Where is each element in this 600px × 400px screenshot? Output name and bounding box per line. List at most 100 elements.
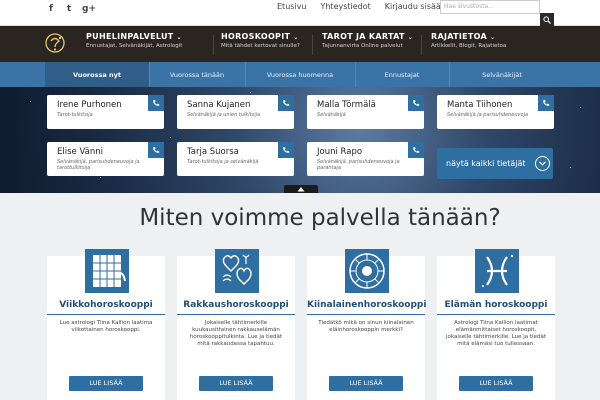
tab-selvanakijat[interactable]: Selvänäkijät — [449, 62, 555, 87]
service-card-rakkaushoroskooppi: Rakkaushoroskooppi Jokaiselle tähtimerki… — [177, 249, 295, 400]
search-button[interactable] — [540, 13, 554, 27]
chinese-zodiac-wheel-icon[interactable] — [345, 249, 389, 293]
read-more-button[interactable]: LUE LISÄÄ — [329, 376, 403, 391]
nav-divider — [312, 35, 313, 55]
facebook-icon[interactable]: f — [46, 4, 56, 14]
phone-icon — [413, 100, 420, 106]
tab-vuorossa-nyt[interactable]: Vuorossa nyt — [45, 62, 149, 87]
title-underline — [307, 314, 425, 315]
service-description: Tiedätkö mikä on sinun kiinalainen eläin… — [318, 320, 414, 333]
call-button[interactable] — [148, 95, 164, 111]
tab-ennustajat[interactable]: Ennustajat — [355, 62, 449, 87]
show-all-label: näytä kaikki tietäjät — [446, 159, 526, 168]
logo-icon[interactable] — [44, 32, 66, 54]
advisor-card[interactable]: Irene Purhonen Tarot-tulkitsija — [47, 95, 164, 129]
call-button[interactable] — [538, 95, 554, 111]
twitter-icon[interactable]: t — [64, 4, 74, 14]
phone-icon — [153, 100, 160, 106]
call-button[interactable] — [408, 95, 424, 111]
nav-tarot-ja-kartat[interactable]: TAROT JA KARTAT ⌄ Tajunnanvirta Online pa… — [322, 32, 413, 49]
read-more-button[interactable]: LUE LISÄÄ — [69, 376, 143, 391]
nav-rajatietoa[interactable]: RAJATIETOA ⌄ Artikkelit, Blogit, Rajatiet… — [431, 32, 506, 49]
call-button[interactable] — [278, 95, 294, 111]
link-login[interactable]: Kirjaudu sisään — [385, 2, 446, 12]
advisor-card[interactable]: Sanna Kujanen Selvänäkijä ja unien tulki… — [177, 95, 294, 129]
service-description: Lue astrologi Tiina Kallion laatima viik… — [59, 320, 153, 333]
nav-title: RAJATIETOA — [431, 32, 488, 41]
phone-icon — [283, 100, 290, 106]
service-card-viikkohoroskooppi: Viikkohoroskooppi Lue astrologi Tiina Ka… — [47, 249, 165, 400]
googleplus-icon[interactable]: g+ — [82, 4, 96, 14]
nav-title: HOROSKOOPIT — [221, 32, 291, 41]
nav-subtitle: Ennustajat, Selvänäkijät, Astrologit — [86, 43, 183, 49]
pisces-icon[interactable] — [475, 249, 519, 293]
title-underline — [437, 314, 555, 315]
advisor-name: Malla Törmälä — [317, 100, 376, 110]
advisor-card[interactable]: Manta Tiihonen Selvänäkijä ja parisuhden… — [437, 95, 554, 129]
service-description: Astrologi Tiina Kallion laatimat elämänm… — [446, 320, 546, 347]
advisor-role: Selvänäkijä, parisuhdeneuvoja ja paranta… — [317, 159, 400, 171]
call-button[interactable] — [408, 142, 424, 158]
section-heading: Miten voimme palvella tänään? — [139, 205, 501, 231]
service-title[interactable]: Kiinalainenhoroskooppi — [307, 300, 426, 310]
advisor-role: Tarot-tulkitsija — [57, 112, 93, 118]
read-more-button[interactable]: LUE LISÄÄ — [459, 376, 533, 391]
chevron-down-icon: ⌄ — [293, 34, 299, 41]
advisor-name: Irene Purhonen — [57, 100, 122, 110]
advisor-name: Elise Vänni — [57, 147, 103, 157]
availability-tabs: Vuorossa nyt Vuorossa tänään Vuorossa hu… — [0, 62, 600, 87]
nav-puhelinpalvelut[interactable]: PUHELINPALVELUT ⌄ Ennustajat, Selvänäkijä… — [86, 32, 182, 49]
calendar-icon[interactable] — [85, 249, 129, 293]
title-underline — [177, 314, 295, 315]
chevron-down-icon: ⌄ — [407, 34, 414, 41]
collapse-toggle[interactable] — [284, 185, 318, 193]
service-title[interactable]: Rakkaushoroskooppi — [177, 300, 295, 310]
service-card-kiinalainenhoroskooppi: Kiinalainenhoroskooppi Tiedätkö mikä on … — [307, 249, 426, 400]
nav-subtitle: Mitä tähdet kertovat sinulle? — [221, 43, 300, 49]
title-underline — [47, 314, 165, 315]
tab-vuorossa-huomenna[interactable]: Vuorossa huomenna — [245, 62, 355, 87]
phone-icon — [153, 147, 160, 153]
caret-up-icon — [297, 187, 305, 192]
tab-vuorossa-tanaan[interactable]: Vuorossa tänään — [149, 62, 245, 87]
top-utility-bar: f t g+ Etusivu Yhteystiedot Kirjaudu sis… — [0, 0, 600, 26]
search-icon — [543, 16, 551, 24]
advisor-role: Selvänäkijä ja unien tulkitsija — [187, 112, 261, 118]
advisor-card[interactable]: Tarja Suorsa Tarot-tulkitsija ja selvänä… — [177, 142, 294, 176]
link-contact[interactable]: Yhteystiedot — [320, 2, 370, 12]
advisor-name: Jouni Rapo — [317, 147, 363, 157]
top-links: Etusivu Yhteystiedot Kirjaudu sisään — [277, 2, 446, 12]
nav-title: TAROT JA KARTAT — [322, 32, 405, 41]
advisor-card[interactable]: Elise Vänni Selvänäkijä, parisuhdeneuvoj… — [47, 142, 164, 176]
advisor-name: Sanna Kujanen — [187, 100, 251, 110]
social-links: f t g+ — [46, 4, 96, 14]
nav-title: PUHELINPALVELUT — [86, 32, 174, 41]
search-input[interactable]: Hae sivustosta... — [440, 0, 540, 14]
advisors-hero: Irene Purhonen Tarot-tulkitsija Sanna Ku… — [0, 87, 600, 193]
nav-subtitle: Artikkelit, Blogit, Rajatietoa — [431, 43, 507, 49]
read-more-button[interactable]: LUE LISÄÄ — [199, 376, 273, 391]
advisor-name: Manta Tiihonen — [447, 100, 513, 110]
service-title[interactable]: Elämän horoskooppi — [437, 300, 555, 310]
advisor-card[interactable]: Malla Törmälä Selvänäkijä — [307, 95, 424, 129]
advisor-card[interactable]: Jouni Rapo Selvänäkijä, parisuhdeneuvoja… — [307, 142, 424, 176]
nav-divider — [213, 35, 214, 55]
nav-divider — [421, 35, 422, 55]
nav-horoskoopit[interactable]: HOROSKOOPIT ⌄ Mitä tähdet kertovat sinull… — [221, 32, 300, 49]
zodiac-love-icon[interactable] — [215, 249, 259, 293]
nav-subtitle: Tajunnanvirta Online palvelut — [322, 43, 403, 49]
advisor-name: Tarja Suorsa — [187, 147, 239, 157]
service-description: Jokaiselle tähtimerkille kuukausittainen… — [189, 320, 283, 347]
show-all-advisors-button[interactable]: näytä kaikki tietäjät — [437, 148, 553, 179]
advisor-role: Tarot-tulkitsija ja selvänäkijä — [187, 159, 259, 165]
service-title[interactable]: Viikkohoroskooppi — [47, 300, 165, 310]
advisor-role: Selvänäkijä — [317, 112, 346, 118]
link-home[interactable]: Etusivu — [277, 2, 306, 12]
call-button[interactable] — [148, 142, 164, 158]
advisor-role: Selvänäkijä, parisuhdeneuvoja ja tarottu… — [57, 159, 140, 171]
call-button[interactable] — [278, 142, 294, 158]
phone-icon — [283, 147, 290, 153]
phone-icon — [543, 100, 550, 106]
chevron-down-circle-icon — [535, 156, 550, 171]
chevron-down-icon: ⌄ — [176, 34, 182, 41]
